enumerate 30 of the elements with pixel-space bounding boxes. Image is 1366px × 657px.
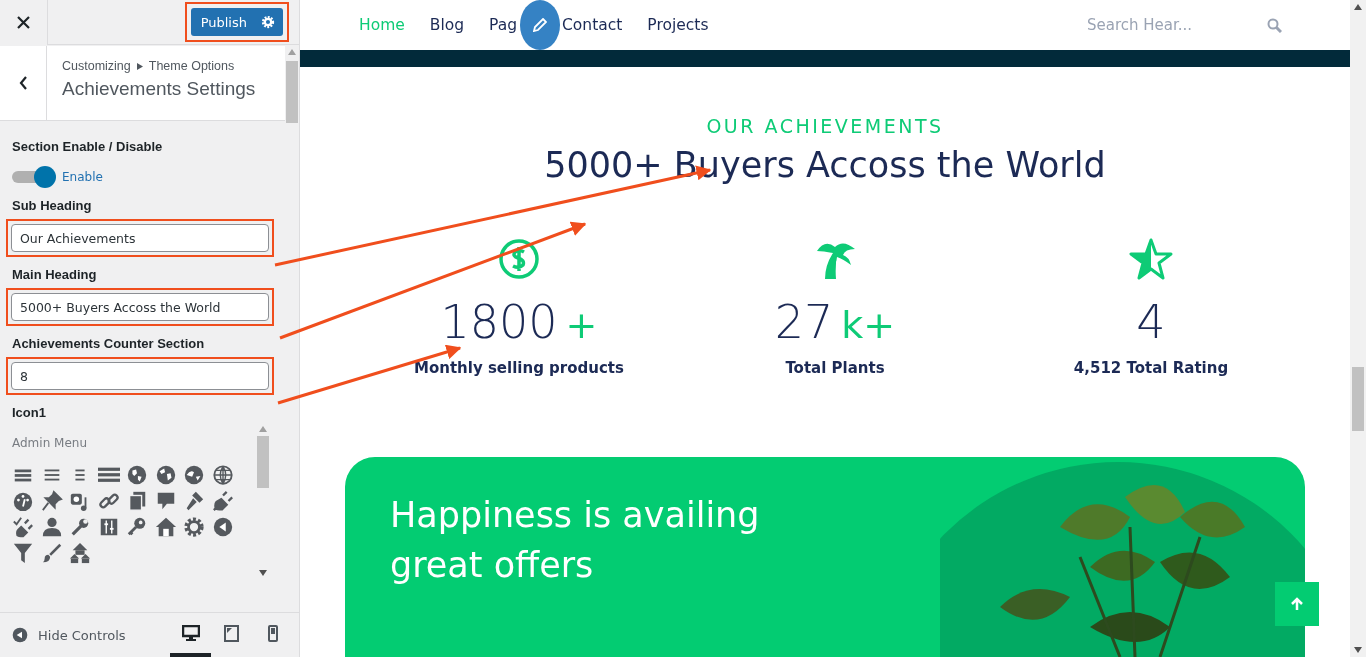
counter-label: 4,512 Total Rating — [1073, 359, 1229, 377]
breadcrumb-item: Customizing — [62, 59, 131, 73]
counter-label: Total Plants — [785, 359, 885, 377]
text-field[interactable]: Our Achievements — [11, 224, 269, 252]
banner-title: Happiness is availing great offers — [389, 494, 760, 587]
nav-link[interactable]: Contact — [562, 16, 623, 34]
control-label: Achievements Counter Section — [12, 336, 206, 351]
text-field[interactable]: 5000+ Buyers Accoss the World — [11, 293, 269, 321]
section-subheading: OUR ACHIEVEMENTS — [706, 115, 944, 137]
search-field[interactable]: Search Hear... — [1087, 16, 1217, 34]
control-label: Main Heading — [12, 267, 98, 282]
toggle-label: Enable — [62, 170, 103, 184]
panel-title: Achievements Settings — [62, 78, 256, 100]
hide-controls-button[interactable]: Hide Controls — [12, 627, 126, 643]
counter-number: 4 — [1136, 295, 1166, 349]
breadcrumb-item: Theme Options — [148, 59, 235, 73]
control-label: Icon1 — [12, 405, 47, 420]
nav-link[interactable]: Projects — [647, 16, 709, 34]
nav-link[interactable]: Pag — [489, 16, 518, 34]
counter-number: 1800 — [440, 295, 558, 349]
publish-button[interactable]: Publish — [190, 8, 283, 36]
counter-suffix: + — [565, 303, 598, 347]
counter-label: Monthly selling products — [414, 359, 624, 377]
nav-link[interactable]: Blog — [429, 16, 465, 34]
control-label: Section Enable / Disable — [12, 139, 164, 154]
counter-number: 27 — [774, 295, 834, 349]
counter-suffix: k+ — [841, 303, 896, 347]
text-field[interactable]: 8 — [11, 362, 269, 390]
group-heading: Admin Menu — [12, 436, 88, 450]
control-label: Sub Heading — [12, 198, 93, 213]
